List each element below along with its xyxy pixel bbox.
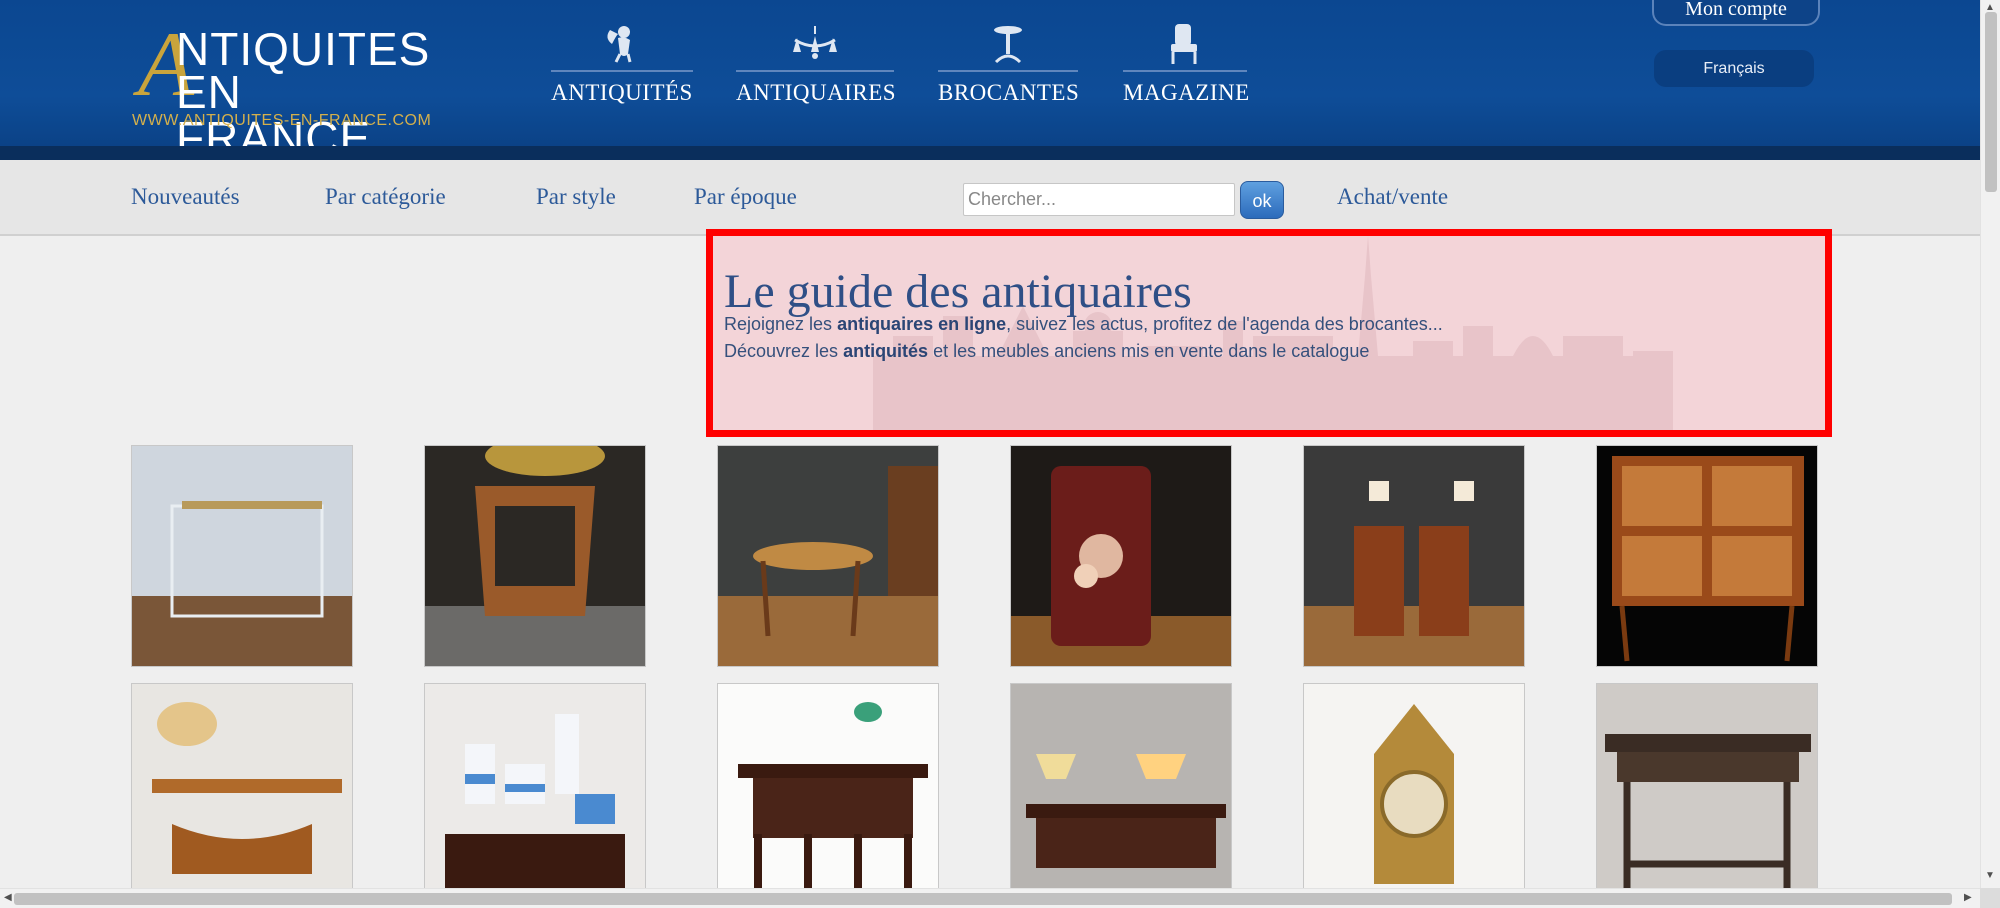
hero-text: et les meubles anciens mis en vente dans…	[928, 341, 1370, 361]
site-logo[interactable]: A NTIQUITES EN FRANCE WWW.ANTIQUITES-EN-…	[130, 18, 440, 161]
secondary-nav: Nouveautés Par catégorie Par style Par é…	[0, 160, 1980, 236]
nav-antiquaires[interactable]: ANTIQUAIRES	[736, 22, 897, 112]
hero-text-line1: Rejoignez les antiquaires en ligne, suiv…	[724, 314, 1443, 335]
logo-url: WWW.ANTIQUITES-EN-FRANCE.COM	[132, 112, 432, 129]
product-image	[1011, 446, 1231, 666]
account-button[interactable]: Mon compte	[1652, 0, 1820, 26]
hero-title: Le guide des antiquaires	[724, 265, 1192, 318]
product-image	[1597, 684, 1817, 904]
product-image	[425, 446, 645, 666]
armchair-icon	[1123, 22, 1247, 66]
vertical-scrollbar[interactable]: ▲ ▼	[1980, 0, 2000, 888]
hero-banner: Le guide des antiquaires Rejoignez les a…	[706, 229, 1832, 437]
product-tile[interactable]	[1596, 445, 1818, 667]
scroll-left-arrow-icon[interactable]: ◀	[4, 892, 12, 903]
subnav-nouveautes[interactable]: Nouveautés	[131, 184, 240, 210]
pedestal-table-icon	[938, 22, 1078, 66]
nav-label: MAGAZINE	[1123, 80, 1250, 105]
nav-magazine[interactable]: MAGAZINE	[1123, 22, 1250, 112]
language-select[interactable]: Français	[1654, 50, 1814, 87]
product-image	[718, 684, 938, 904]
hero-text: , suivez les actus, profitez de l'agenda…	[1006, 314, 1443, 334]
product-image	[1597, 446, 1817, 666]
cherub-icon	[551, 22, 693, 66]
product-image	[1011, 684, 1231, 904]
nav-antiquites[interactable]: ANTIQUITÉS	[551, 22, 693, 112]
nav-label: ANTIQUITÉS	[551, 80, 693, 105]
product-tile[interactable]	[424, 445, 646, 667]
hero-link-antiquites[interactable]: antiquités	[843, 341, 928, 361]
product-image	[718, 446, 938, 666]
nav-label: ANTIQUAIRES	[736, 80, 897, 105]
product-image	[132, 446, 352, 666]
hero-text: Rejoignez les	[724, 314, 838, 334]
subnav-par-epoque[interactable]: Par époque	[694, 184, 797, 210]
product-tile[interactable]	[717, 445, 939, 667]
scrollbar-corner	[1980, 888, 2000, 908]
search-input[interactable]	[963, 183, 1235, 216]
scroll-right-arrow-icon[interactable]: ▶	[1964, 892, 1972, 903]
product-tile[interactable]	[1010, 445, 1232, 667]
horizontal-scrollbar[interactable]: ◀ ▶	[0, 888, 1980, 908]
site-header: A NTIQUITES EN FRANCE WWW.ANTIQUITES-EN-…	[0, 0, 1980, 161]
horizontal-scroll-thumb[interactable]	[14, 893, 1952, 905]
product-image	[425, 684, 645, 904]
search-button[interactable]: ok	[1240, 181, 1284, 219]
header-band	[0, 146, 1980, 160]
nav-label: BROCANTES	[938, 80, 1080, 105]
nav-brocantes[interactable]: BROCANTES	[938, 22, 1080, 112]
chandelier-icon	[736, 22, 894, 66]
product-image	[1304, 684, 1524, 904]
subnav-achat-vente[interactable]: Achat/vente	[1337, 184, 1448, 210]
product-tile[interactable]	[1303, 683, 1525, 905]
product-image	[132, 684, 352, 904]
product-tile[interactable]	[1010, 683, 1232, 905]
product-tile[interactable]	[424, 683, 646, 905]
product-tile[interactable]	[131, 445, 353, 667]
product-tile[interactable]	[1303, 445, 1525, 667]
vertical-scroll-thumb[interactable]	[1985, 12, 1997, 192]
scroll-down-arrow-icon[interactable]: ▼	[1985, 870, 1995, 881]
subnav-par-style[interactable]: Par style	[536, 184, 616, 210]
product-tile[interactable]	[717, 683, 939, 905]
subnav-par-categorie[interactable]: Par catégorie	[325, 184, 446, 210]
product-tile[interactable]	[131, 683, 353, 905]
hero-text: Découvrez les	[724, 341, 844, 361]
hero-text-line2: Découvrez les antiquités et les meubles …	[724, 341, 1369, 362]
product-tile[interactable]	[1596, 683, 1818, 905]
product-image	[1304, 446, 1524, 666]
hero-link-antiquaires[interactable]: antiquaires en ligne	[837, 314, 1006, 334]
